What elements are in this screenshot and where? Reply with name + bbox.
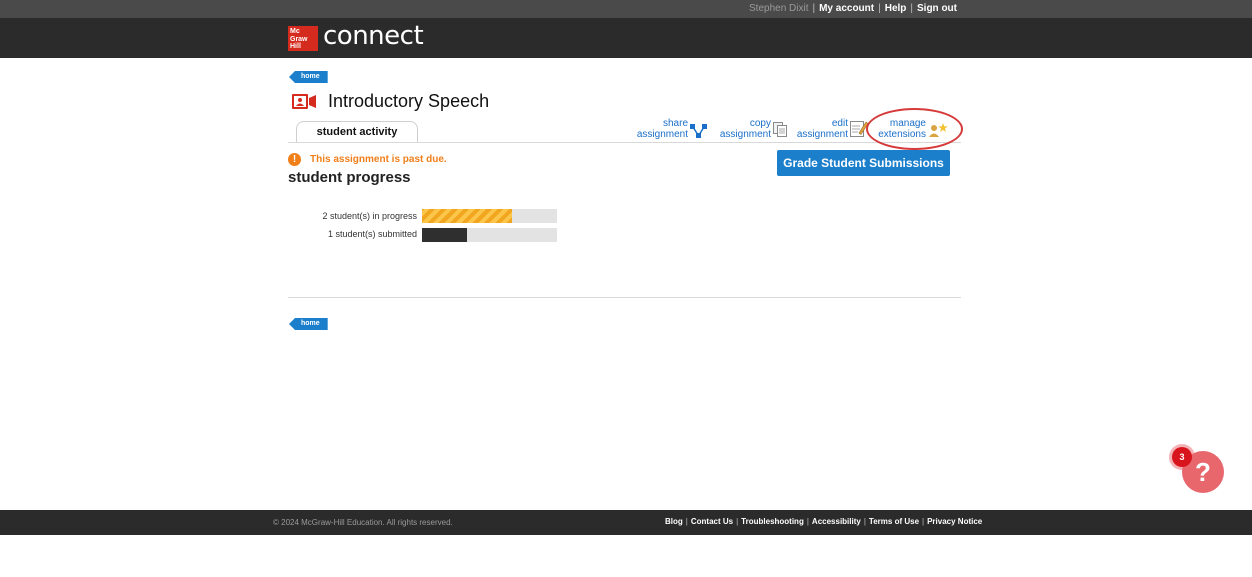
user-links: Stephen Dixit | My account | Help | Sign out — [749, 3, 957, 14]
user-name: Stephen Dixit — [749, 3, 809, 14]
logo-line-2: Graw — [290, 35, 308, 43]
progress-bar-in-progress — [422, 209, 557, 223]
top-utility-bar: Stephen Dixit | My account | Help | Sign out — [0, 0, 1252, 18]
share-assignment-label: share assignment — [636, 118, 688, 140]
progress-label-in-progress: 2 student(s) in progress — [322, 211, 417, 221]
my-account-link[interactable]: My account — [819, 3, 874, 14]
progress-bar-submitted — [422, 228, 557, 242]
tab-divider — [288, 142, 961, 143]
copy-icon[interactable] — [773, 122, 787, 137]
brand-header: Mc Graw Hill connect — [0, 18, 1252, 58]
footer-link-contact[interactable]: Contact Us — [691, 517, 733, 526]
footer-link-accessibility[interactable]: Accessibility — [812, 517, 861, 526]
video-camera-icon — [292, 94, 316, 109]
content-divider — [288, 297, 961, 298]
sign-out-link[interactable]: Sign out — [917, 3, 957, 14]
student-progress-title: student progress — [288, 169, 411, 186]
tab-student-activity[interactable]: student activity — [296, 121, 418, 143]
progress-label-submitted: 1 student(s) submitted — [327, 229, 417, 239]
breadcrumb-home-top[interactable]: home — [289, 71, 328, 83]
edit-assignment-link[interactable]: edit assignment — [788, 118, 848, 140]
copy-assignment-link[interactable]: copy assignment — [712, 118, 771, 140]
share-assignment-link[interactable]: share assignment — [630, 118, 688, 140]
alert-icon: ! — [288, 153, 301, 166]
help-widget[interactable]: ? 3 — [1172, 447, 1224, 493]
highlight-annotation — [866, 108, 963, 150]
footer-link-terms[interactable]: Terms of Use — [869, 517, 919, 526]
copyright-text: © 2024 McGraw-Hill Education. All rights… — [273, 518, 453, 527]
past-due-warning: This assignment is past due. — [310, 154, 447, 165]
help-notification-count: 3 — [1172, 447, 1192, 467]
logo-line-1: Mc — [290, 28, 300, 35]
progress-fill-in-progress — [422, 209, 513, 223]
footer-link-privacy[interactable]: Privacy Notice — [927, 517, 982, 526]
page-title: Introductory Speech — [328, 91, 490, 111]
footer-link-blog[interactable]: Blog — [665, 517, 683, 526]
copy-assignment-label: copy assignment — [719, 118, 771, 140]
footer-links: Blog | Contact Us | Troubleshooting | Accessib… — [665, 517, 983, 526]
share-icon[interactable] — [690, 124, 707, 138]
progress-fill-submitted — [422, 228, 467, 242]
help-link[interactable]: Help — [885, 3, 907, 14]
mcgraw-hill-logo[interactable]: Mc Graw Hill — [288, 26, 318, 51]
logo-line-3: Hill — [290, 43, 301, 50]
page-footer: © 2024 McGraw-Hill Education. All rights… — [0, 510, 1252, 535]
connect-logo-text[interactable]: connect — [323, 21, 424, 51]
edit-assignment-label: edit assignment — [796, 118, 848, 140]
footer-link-troubleshooting[interactable]: Troubleshooting — [741, 517, 804, 526]
grade-student-submissions-button[interactable]: Grade Student Submissions — [777, 150, 950, 176]
breadcrumb-home-bottom[interactable]: home — [289, 318, 328, 330]
